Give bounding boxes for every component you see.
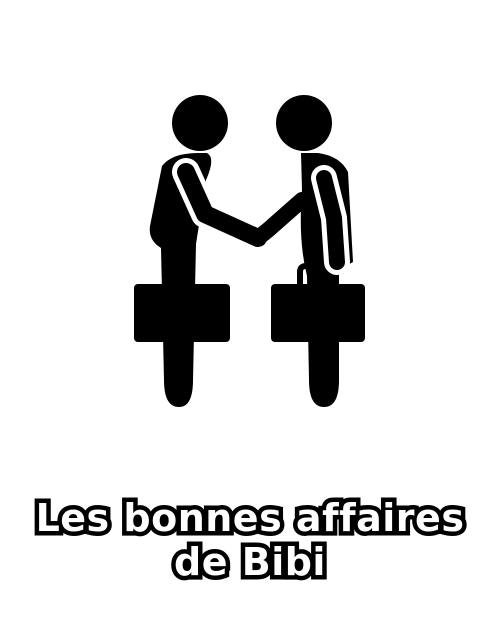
right-man-head	[276, 95, 332, 151]
businessmen-handshake-icon	[134, 95, 365, 407]
clasped-hands	[248, 230, 268, 244]
left-man	[149, 95, 272, 407]
caption-line-1: Les bonnes affaires	[31, 492, 468, 545]
image-canvas: Les bonnes affaires de Bibi	[0, 0, 500, 628]
caption-line-2: de Bibi	[170, 536, 330, 589]
right-man	[250, 95, 353, 407]
left-man-head	[172, 95, 228, 151]
caption-text: Les bonnes affaires de Bibi	[0, 492, 500, 589]
